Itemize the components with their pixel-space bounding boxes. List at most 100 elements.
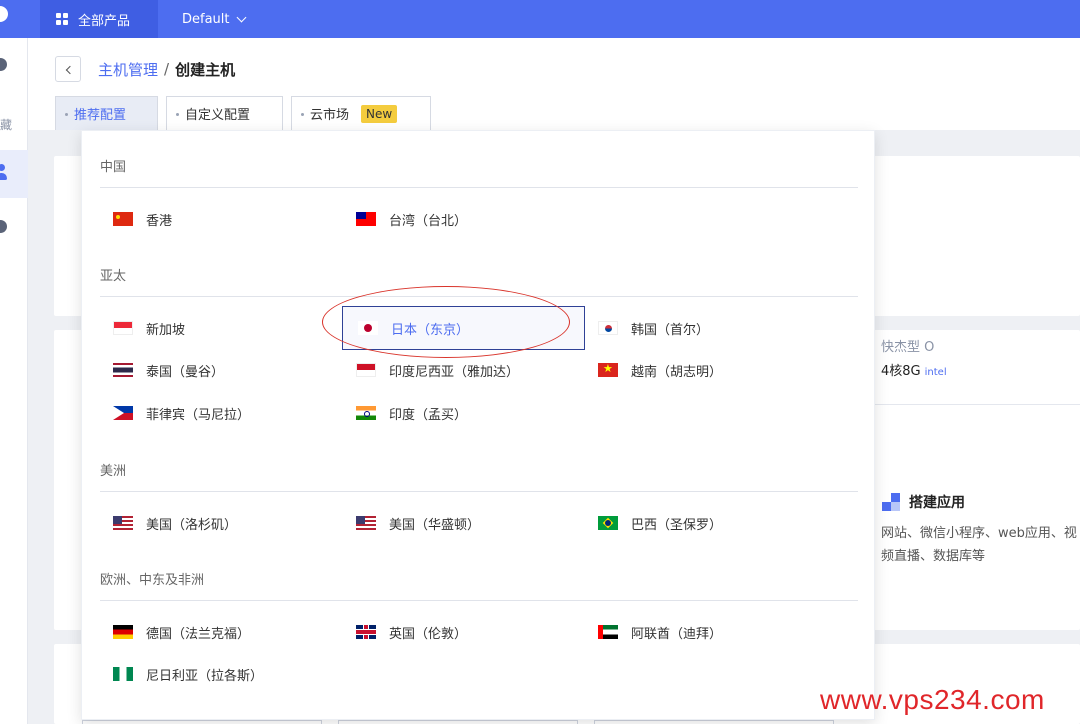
location-label: 德国（法兰克福） bbox=[146, 626, 251, 642]
tab-marketplace[interactable]: 云市场 New bbox=[291, 96, 431, 130]
location-item-de[interactable]: 德国（法兰克福） bbox=[113, 622, 250, 642]
spec-cpu-value: 4核8G bbox=[881, 364, 921, 379]
project-selector[interactable]: Default bbox=[182, 0, 246, 38]
location-item-vn[interactable]: 越南（胡志明） bbox=[598, 360, 722, 380]
divider bbox=[100, 600, 858, 601]
message-icon[interactable] bbox=[0, 58, 8, 72]
app-description: 网站、微信小程序、web应用、视频直播、数据库等 bbox=[881, 526, 1077, 564]
app-blocks-icon bbox=[881, 492, 901, 512]
tab-label: 云市场 bbox=[310, 108, 350, 123]
tab-label: 推荐配置 bbox=[74, 108, 127, 123]
location-label: 菲律宾（马尼拉） bbox=[146, 407, 251, 423]
left-sidebar: 藏 bbox=[0, 38, 28, 724]
location-item-jp[interactable]: 日本（东京） bbox=[342, 306, 585, 350]
grid-icon bbox=[56, 13, 68, 25]
korea-flag-icon bbox=[598, 321, 618, 335]
region-heading: 亚太 bbox=[100, 269, 127, 284]
divider bbox=[100, 491, 858, 492]
location-item-in[interactable]: 印度（孟买） bbox=[356, 403, 467, 423]
user-icon bbox=[0, 164, 8, 182]
philippines-flag-icon bbox=[113, 406, 133, 420]
tab-dot-icon bbox=[301, 113, 304, 116]
usa-flag-icon bbox=[356, 516, 376, 530]
location-label: 台湾（台北） bbox=[389, 213, 468, 229]
chevron-down-icon bbox=[236, 12, 246, 22]
location-label: 英国（伦敦） bbox=[389, 626, 468, 642]
region-dropdown: 中国 香港 台湾（台北） 亚太 新加坡 日本（东京） 韩国（首尔） 泰国（曼谷）… bbox=[81, 130, 875, 720]
breadcrumb-parent-link[interactable]: 主机管理 bbox=[98, 59, 158, 80]
tab-dot-icon bbox=[176, 113, 179, 116]
location-item-us-dc[interactable]: 美国（华盛顿） bbox=[356, 513, 480, 533]
brazil-flag-icon bbox=[598, 516, 618, 530]
settings-icon[interactable] bbox=[0, 220, 8, 234]
india-flag-icon bbox=[356, 406, 376, 420]
location-label: 越南（胡志明） bbox=[631, 364, 723, 380]
location-item-kr[interactable]: 韩国（首尔） bbox=[598, 318, 709, 338]
spec-name: 快杰型 O bbox=[881, 340, 935, 355]
germany-flag-icon bbox=[113, 625, 133, 639]
location-label: 泰国（曼谷） bbox=[146, 364, 225, 380]
location-label: 阿联酋（迪拜） bbox=[631, 626, 723, 642]
tab-label: 自定义配置 bbox=[185, 108, 251, 123]
location-item-th[interactable]: 泰国（曼谷） bbox=[113, 360, 224, 380]
sidebar-partial-label: 藏 bbox=[0, 118, 12, 132]
divider bbox=[100, 187, 858, 188]
location-label: 印度尼西亚（雅加达） bbox=[389, 364, 520, 380]
location-label: 新加坡 bbox=[146, 322, 186, 338]
japan-flag-icon bbox=[358, 321, 378, 335]
location-label: 日本（东京） bbox=[391, 322, 470, 338]
watermark: www.vps234.com bbox=[820, 684, 1045, 715]
location-item-tw[interactable]: 台湾（台北） bbox=[356, 209, 467, 229]
uae-flag-icon bbox=[598, 625, 618, 639]
location-item-hk[interactable]: 香港 bbox=[113, 209, 172, 229]
top-nav-bar: 全部产品 Default bbox=[0, 0, 1080, 38]
bottom-option[interactable] bbox=[338, 720, 578, 724]
region-heading: 美洲 bbox=[100, 464, 127, 479]
location-item-ae[interactable]: 阿联酋（迪拜） bbox=[598, 622, 722, 642]
all-products-label: 全部产品 bbox=[78, 13, 131, 29]
divider bbox=[100, 296, 858, 297]
location-label: 美国（洛杉矶） bbox=[146, 517, 238, 533]
all-products-button[interactable]: 全部产品 bbox=[40, 0, 158, 38]
cpu-brand: intel bbox=[924, 367, 947, 378]
location-item-us-la[interactable]: 美国（洛杉矶） bbox=[113, 513, 237, 533]
region-heading: 中国 bbox=[100, 160, 127, 175]
vietnam-flag-icon bbox=[598, 363, 618, 377]
nigeria-flag-icon bbox=[113, 667, 133, 681]
sidebar-item-active[interactable] bbox=[0, 150, 28, 198]
location-item-ng[interactable]: 尼日利亚（拉各斯） bbox=[113, 664, 263, 684]
location-label: 印度（孟买） bbox=[389, 407, 468, 423]
location-item-br[interactable]: 巴西（圣保罗） bbox=[598, 513, 722, 533]
divider bbox=[874, 404, 1080, 405]
location-item-ph[interactable]: 菲律宾（马尼拉） bbox=[113, 403, 250, 423]
location-label: 美国（华盛顿） bbox=[389, 517, 481, 533]
location-label: 韩国（首尔） bbox=[631, 322, 710, 338]
location-label: 尼日利亚（拉各斯） bbox=[146, 668, 264, 684]
china-flag-icon bbox=[113, 212, 133, 226]
app-title: 搭建应用 bbox=[881, 492, 965, 512]
page-title: 创建主机 bbox=[175, 60, 236, 79]
usa-flag-icon bbox=[113, 516, 133, 530]
spec-cpu: 4核8G intel bbox=[881, 360, 947, 379]
location-item-gb[interactable]: 英国（伦敦） bbox=[356, 622, 467, 642]
uk-flag-icon bbox=[356, 625, 376, 639]
tab-custom[interactable]: 自定义配置 bbox=[166, 96, 283, 130]
back-button[interactable] bbox=[55, 56, 81, 82]
thailand-flag-icon bbox=[113, 363, 133, 377]
region-heading: 欧洲、中东及非洲 bbox=[100, 573, 205, 588]
logo-icon[interactable] bbox=[0, 6, 10, 22]
indonesia-flag-icon bbox=[356, 363, 376, 377]
taiwan-flag-icon bbox=[356, 212, 376, 226]
bottom-option[interactable] bbox=[82, 720, 322, 724]
tab-recommended[interactable]: 推荐配置 bbox=[55, 96, 158, 130]
app-title-text: 搭建应用 bbox=[909, 495, 965, 511]
new-badge: New bbox=[361, 104, 398, 123]
breadcrumb-separator: / bbox=[164, 60, 170, 78]
bottom-option[interactable] bbox=[594, 720, 834, 724]
location-item-sg[interactable]: 新加坡 bbox=[113, 318, 185, 338]
location-item-id[interactable]: 印度尼西亚（雅加达） bbox=[356, 360, 519, 380]
singapore-flag-icon bbox=[113, 321, 133, 335]
location-label: 巴西（圣保罗） bbox=[631, 517, 723, 533]
location-label: 香港 bbox=[146, 213, 173, 229]
project-selector-label: Default bbox=[182, 11, 230, 27]
